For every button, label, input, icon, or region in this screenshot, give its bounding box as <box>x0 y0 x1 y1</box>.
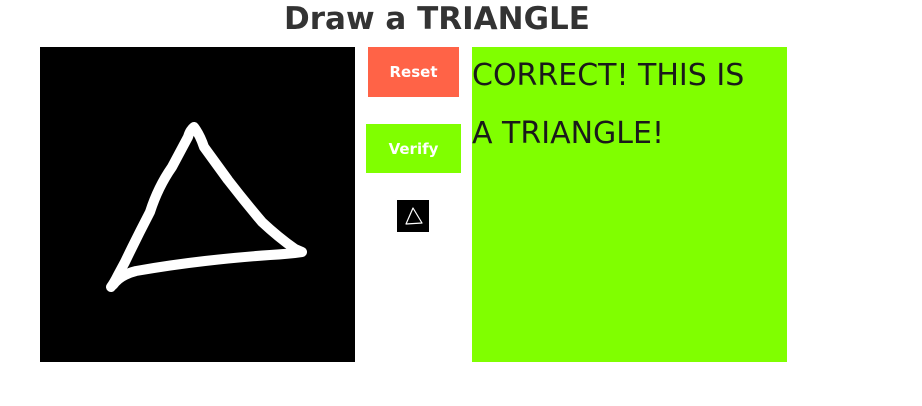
result-message: CORRECT! THIS IS A TRIANGLE! <box>472 58 745 151</box>
reset-button[interactable]: Reset <box>368 47 459 97</box>
result-panel: CORRECT! THIS IS A TRIANGLE! <box>472 47 787 362</box>
triangle-sketch <box>106 122 307 292</box>
triangle-thumbnail-icon <box>397 200 429 232</box>
page-title: Draw a TRIANGLE <box>284 1 590 37</box>
page: Draw a TRIANGLE Reset Verify CORRECT! TH… <box>0 0 922 406</box>
drawing-canvas[interactable] <box>40 47 355 362</box>
verify-button[interactable]: Verify <box>366 124 461 173</box>
